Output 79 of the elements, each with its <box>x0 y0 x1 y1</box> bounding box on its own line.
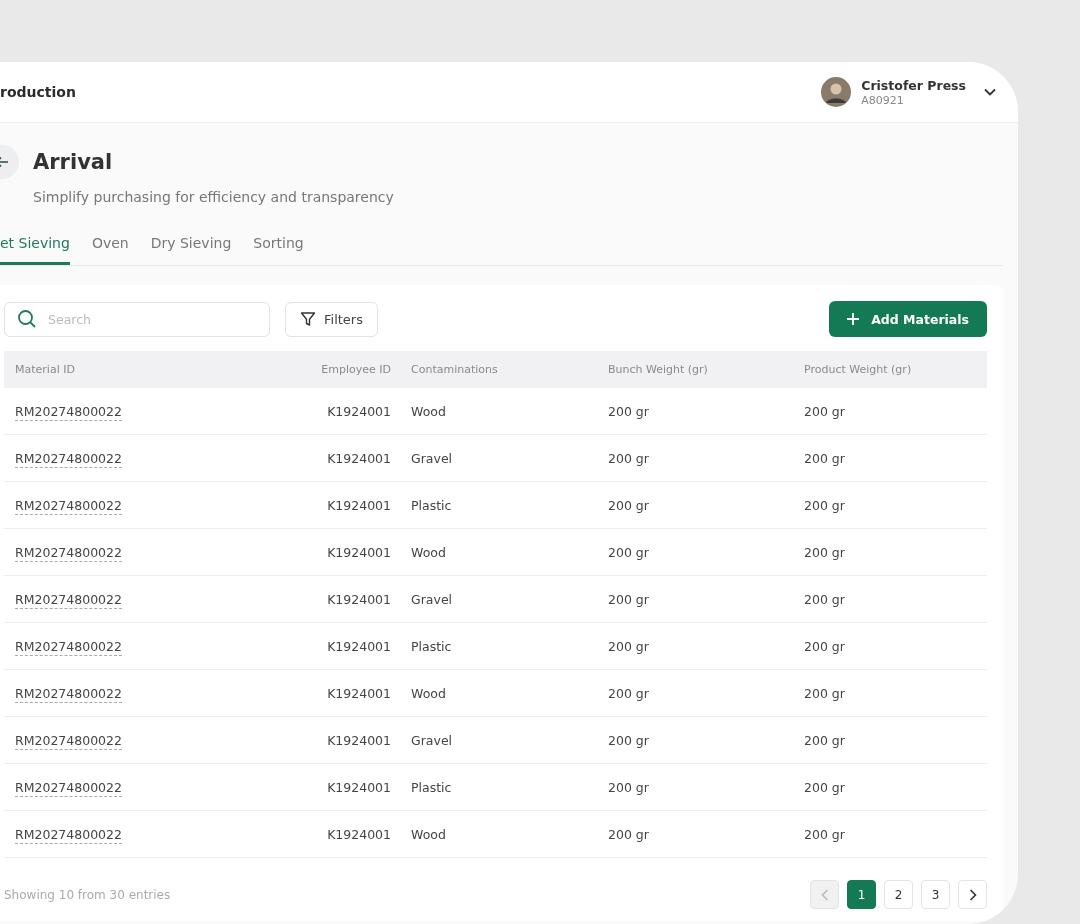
avatar-silhouette <box>821 77 852 107</box>
column-header: Material ID <box>4 351 305 388</box>
table-cell: 200 gr <box>608 763 804 811</box>
material-id-link[interactable]: RM20274800022 <box>15 732 122 750</box>
entries-summary: Showing 10 from 30 entries <box>4 887 171 902</box>
table-cell: Wood <box>411 810 608 858</box>
table-cell: Wood <box>411 669 608 717</box>
page-button[interactable]: 3 <box>921 880 950 909</box>
table-cell: 200 gr <box>608 388 804 435</box>
tab[interactable]: Sorting <box>253 235 304 265</box>
table-cell: 200 gr <box>608 575 804 623</box>
chevron-right-icon <box>968 888 977 901</box>
table-cell: K1924001 <box>305 434 411 482</box>
next-page-button[interactable] <box>958 880 987 909</box>
search-icon <box>17 308 37 329</box>
table-cell: Plastic <box>411 481 608 529</box>
material-id-link[interactable]: RM20274800022 <box>15 450 122 468</box>
table-cell: K1924001 <box>305 810 411 858</box>
column-header: Employee ID <box>305 351 411 388</box>
table-cell: 200 gr <box>804 481 987 529</box>
add-materials-button[interactable]: Add Materials <box>829 301 987 337</box>
table-cell: 200 gr <box>804 575 987 623</box>
table-cell: 200 gr <box>608 810 804 858</box>
table-cell: 200 gr <box>608 528 804 576</box>
page-title: Arrival <box>33 150 113 174</box>
table-cell: 200 gr <box>608 669 804 717</box>
page-button[interactable]: 2 <box>884 880 913 909</box>
material-id-link[interactable]: RM20274800022 <box>15 685 122 703</box>
table-cell: 200 gr <box>804 622 987 670</box>
material-id-link[interactable]: RM20274800022 <box>15 779 122 797</box>
table-cell: K1924001 <box>305 528 411 576</box>
page-subtitle: Simplify purchasing for efficiency and transparency <box>33 189 395 205</box>
table-cell: K1924001 <box>305 669 411 717</box>
tab[interactable]: Dry Sieving <box>150 235 232 265</box>
filters-button[interactable]: Filters <box>285 301 378 337</box>
material-id-link[interactable]: RM20274800022 <box>15 403 122 421</box>
table-cell: K1924001 <box>305 622 411 670</box>
material-id-link[interactable]: RM20274800022 <box>15 544 122 562</box>
table-cell: Plastic <box>411 622 608 670</box>
table-cell: 200 gr <box>804 528 987 576</box>
table-cell: K1924001 <box>305 481 411 529</box>
material-id-link[interactable]: RM20274800022 <box>15 638 122 656</box>
user-name: Cristofer Press <box>861 77 966 93</box>
table-cell: Gravel <box>411 575 608 623</box>
table-cell: Gravel <box>411 434 608 482</box>
column-header: Product Weight (gr) <box>804 351 987 388</box>
table-cell: K1924001 <box>305 575 411 623</box>
column-header: Bunch Weight (gr) <box>608 351 804 388</box>
table-cell: K1924001 <box>305 716 411 764</box>
column-header: Contaminations <box>411 351 608 388</box>
table-cell: 200 gr <box>804 434 987 482</box>
table-cell: 200 gr <box>608 622 804 670</box>
app-title: roduction <box>0 84 76 100</box>
user-id: A80921 <box>861 93 905 107</box>
table-cell: 200 gr <box>804 716 987 764</box>
table-cell: Wood <box>411 388 608 435</box>
table-cell: 200 gr <box>608 434 804 482</box>
table-cell: 200 gr <box>608 716 804 764</box>
filter-icon <box>300 311 316 327</box>
table-cell: K1924001 <box>305 763 411 811</box>
chevron-down-icon[interactable] <box>984 88 996 96</box>
material-id-link[interactable]: RM20274800022 <box>15 826 122 844</box>
tab[interactable]: et Sieving <box>0 235 70 265</box>
table-cell: Gravel <box>411 716 608 764</box>
table-cell: Plastic <box>411 763 608 811</box>
table-cell: 200 gr <box>804 763 987 811</box>
tab[interactable]: Oven <box>91 235 129 265</box>
chevron-left-icon <box>820 888 829 901</box>
material-id-link[interactable]: RM20274800022 <box>15 497 122 515</box>
plus-icon <box>847 313 860 325</box>
table-cell: K1924001 <box>305 388 411 435</box>
table-cell: 200 gr <box>804 388 987 435</box>
table-cell: Wood <box>411 528 608 576</box>
table-cell: 200 gr <box>608 481 804 529</box>
table-cell: 200 gr <box>804 669 987 717</box>
material-id-link[interactable]: RM20274800022 <box>15 591 122 609</box>
table-cell: 200 gr <box>804 810 987 858</box>
page-button[interactable]: 1 <box>847 880 876 909</box>
search-field[interactable]: Search <box>4 301 270 337</box>
